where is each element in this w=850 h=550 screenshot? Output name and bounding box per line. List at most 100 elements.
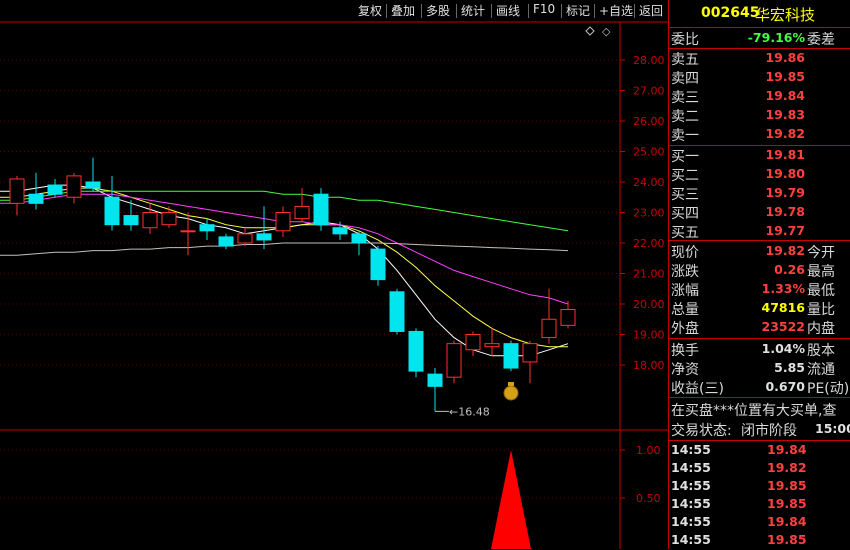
quote-label2: 量比: [807, 302, 835, 318]
stats-label: 净资: [671, 362, 699, 378]
bids-label: 买一: [671, 149, 699, 165]
stock-name: 华宏科技: [755, 6, 816, 24]
y-tick-label: 28.00: [633, 54, 665, 67]
quote-label: 涨跌: [671, 264, 699, 280]
ma-line-2: [0, 193, 569, 305]
low-price-label: ←16.48: [449, 405, 490, 418]
asks-value: 19.82: [765, 126, 805, 141]
candle-body: [66, 175, 82, 198]
stats-row: 换手 1.04% 股本: [669, 340, 850, 359]
tick-time: 14:55: [671, 460, 711, 475]
bids-value: 19.77: [765, 223, 805, 238]
bids-value: 19.78: [765, 204, 805, 219]
candle-body: [427, 373, 443, 387]
quote-label: 总量: [671, 302, 699, 318]
tick-row: 14:55 19.84: [669, 441, 850, 460]
money-bag-icon-top: [508, 382, 514, 386]
volume-tick-label: 1.00: [636, 444, 661, 457]
tick-row: 14:55 19.85: [669, 495, 850, 514]
order-ratio-value: -79.16%: [747, 30, 805, 45]
asks-row: 卖三 19.84: [669, 87, 850, 106]
trade-status-row: 交易状态: 闭市阶段 15:00:: [669, 420, 850, 439]
tick-time: 14:55: [671, 532, 711, 547]
stats-value: 5.85: [774, 360, 805, 375]
candle-body: [484, 343, 500, 348]
candle-body: [370, 248, 386, 281]
y-tick-label: 19.00: [633, 329, 665, 342]
candle-body: [9, 178, 25, 204]
y-tick-label: 18.00: [633, 359, 665, 372]
bids-value: 19.81: [765, 147, 805, 162]
kline-chart: 28.00 27.00 26.00 25.00 24.00 23.00 22.00 21.00…: [0, 21, 668, 549]
y-tick-label: 27.00: [633, 85, 665, 98]
volume-tick-label: 0.50: [636, 492, 661, 505]
bids-label: 买四: [671, 206, 699, 222]
tick-price: 19.85: [767, 532, 807, 547]
quote-row: 现价 19.82 今开: [669, 242, 850, 261]
quote-panel: 002645 华宏科技 委比 -79.16% 委差 卖五 19.86 卖四 19.85…: [668, 0, 850, 549]
quote-label: 涨幅: [671, 283, 699, 299]
candle-body: [85, 181, 101, 189]
y-tick-label: 21.00: [633, 268, 665, 281]
ma-line-4: [0, 242, 569, 256]
candle-body: [161, 212, 177, 226]
candle-body: [313, 193, 329, 226]
tick-row: 14:55 19.84: [669, 513, 850, 532]
asks-label: 卖三: [671, 90, 699, 106]
candle-body: [180, 230, 196, 233]
volume-signal-triangle: [491, 450, 531, 549]
stats-label2: 股本: [807, 343, 835, 359]
asks-value: 19.84: [765, 88, 805, 103]
bids-row: 买五 19.77: [669, 222, 850, 241]
tick-price: 19.82: [767, 460, 807, 475]
ma-line-0: [0, 184, 569, 357]
candle-body: [275, 212, 291, 232]
candle-body: [560, 308, 576, 326]
candle-body: [465, 334, 481, 351]
quote-value: 19.82: [765, 243, 805, 258]
trade-status-label: 交易状态:: [671, 423, 732, 439]
stock-header: 002645 华宏科技: [669, 5, 850, 27]
asks-value: 19.86: [765, 50, 805, 65]
stats-label: 收益(三): [671, 381, 724, 397]
stats-value: 0.670: [765, 379, 805, 394]
candle-body: [104, 196, 120, 226]
quote-label2: 最高: [807, 264, 835, 280]
quote-value: 0.26: [774, 262, 805, 277]
asks-value: 19.83: [765, 107, 805, 122]
asks-row: 卖四 19.85: [669, 68, 850, 87]
tick-time: 14:55: [671, 442, 711, 457]
order-ratio-row: 委比 -79.16% 委差: [669, 29, 850, 48]
tick-time: 14:55: [671, 514, 711, 529]
trade-status-value: 闭市阶段: [741, 423, 797, 439]
candle-body: [256, 233, 272, 241]
asks-row: 卖五 19.86: [669, 49, 850, 68]
asks-label: 卖五: [671, 52, 699, 68]
bids-row: 买一 19.81: [669, 146, 850, 165]
order-ratio-label: 委比: [671, 32, 699, 48]
candle-body: [28, 193, 44, 204]
tick-price: 19.85: [767, 478, 807, 493]
quote-row: 总量 47816 量比: [669, 299, 850, 318]
asks-label: 卖一: [671, 128, 699, 144]
quote-value: 47816: [761, 300, 806, 315]
notice-text: 在买盘***位置有大买单,查: [671, 403, 837, 419]
asks-value: 19.85: [765, 69, 805, 84]
trade-status-time: 15:00:: [815, 421, 850, 436]
y-tick-label: 20.00: [633, 298, 665, 311]
tick-row: 14:55 19.85: [669, 477, 850, 496]
settings-dot-icon: ◇: [602, 25, 611, 38]
diamond-icon: [585, 26, 595, 36]
money-bag-icon: [503, 385, 519, 401]
stats-row: 净资 5.85 流通: [669, 359, 850, 378]
stock-code: 002645: [701, 5, 760, 21]
bids-label: 买五: [671, 225, 699, 241]
notice-row: 在买盘***位置有大买单,查: [669, 400, 850, 419]
asks-row: 卖二 19.83: [669, 106, 850, 125]
candle-body: [294, 205, 310, 220]
y-tick-label: 26.00: [633, 115, 665, 128]
y-tick-label: 25.00: [633, 146, 665, 159]
tick-row: 14:55 19.82: [669, 459, 850, 478]
candle-body: [218, 236, 234, 247]
y-tick-label: 23.00: [633, 207, 665, 220]
